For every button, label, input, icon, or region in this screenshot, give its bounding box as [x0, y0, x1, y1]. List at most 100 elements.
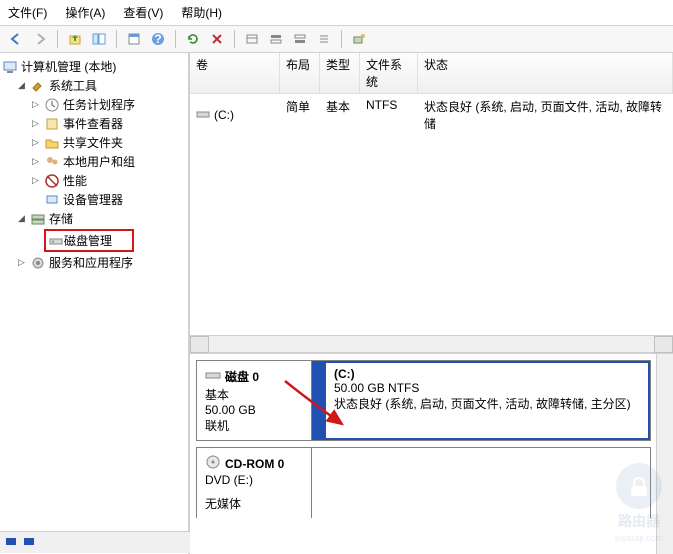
perf-icon	[44, 173, 60, 189]
col-volume[interactable]: 卷	[190, 53, 280, 93]
cell-fs: NTFS	[360, 96, 418, 134]
menu-bar: 文件(F) 操作(A) 查看(V) 帮助(H)	[0, 0, 673, 26]
footer-icon-2	[22, 534, 36, 551]
navigation-tree[interactable]: 计算机管理 (本地) ◢ 系统工具 ▷ 任务计划程序 ▷ 事件查看器 ▷ 共享文…	[0, 53, 190, 554]
view-bottom-button[interactable]	[290, 29, 310, 49]
toolbar: ?	[0, 26, 673, 53]
tree-label: 性能	[63, 172, 87, 189]
view-top-button[interactable]	[266, 29, 286, 49]
tree-label: 磁盘管理	[64, 232, 112, 249]
tree-local-users[interactable]: ▷ 本地用户和组	[2, 152, 186, 171]
menu-view[interactable]: 查看(V)	[123, 4, 163, 21]
cdrom-icon	[205, 454, 221, 473]
disk-kind: 基本	[205, 386, 303, 403]
cdrom-partition	[312, 448, 650, 518]
tree-label: 本地用户和组	[63, 153, 135, 170]
help-button[interactable]: ?	[148, 29, 168, 49]
expand-icon[interactable]: ▷	[30, 137, 41, 148]
tree-performance[interactable]: ▷ 性能	[2, 171, 186, 190]
disk-title: 磁盘 0	[225, 368, 259, 385]
view-list-button[interactable]	[314, 29, 334, 49]
partition-size: 50.00 GB NTFS	[334, 381, 640, 395]
tree-label: 系统工具	[49, 77, 97, 94]
expand-icon[interactable]: ▷	[30, 99, 41, 110]
collapse-icon[interactable]: ◢	[16, 80, 27, 91]
menu-help[interactable]: 帮助(H)	[181, 4, 222, 21]
disk-info: 磁盘 0 基本 50.00 GB 联机	[197, 361, 312, 440]
properties-button[interactable]	[124, 29, 144, 49]
tree-system-tools[interactable]: ◢ 系统工具	[2, 76, 186, 95]
disk-size: 50.00 GB	[205, 403, 303, 417]
disk-icon	[48, 233, 64, 249]
tree-storage[interactable]: ◢ 存储	[2, 209, 186, 228]
view-settings-button[interactable]	[242, 29, 262, 49]
cdrom-info: CD-ROM 0 DVD (E:) 无媒体	[197, 448, 312, 518]
volume-row[interactable]: (C:) 简单 基本 NTFS 状态良好 (系统, 启动, 页面文件, 活动, …	[190, 94, 673, 136]
volume-icon	[196, 107, 210, 124]
volume-list-header: 卷 布局 类型 文件系统 状态	[190, 53, 673, 94]
users-icon	[44, 154, 60, 170]
services-icon	[30, 255, 46, 271]
tree-disk-management[interactable]: ▷ 磁盘管理	[2, 228, 186, 253]
shared-folder-icon	[44, 135, 60, 151]
computer-mgmt-icon	[2, 59, 18, 75]
show-hide-tree-button[interactable]	[89, 29, 109, 49]
horizontal-scrollbar[interactable]	[190, 335, 673, 352]
content-pane: 卷 布局 类型 文件系统 状态 (C:) 简单 基本 NTFS 状态良好 (系统…	[190, 53, 673, 554]
refresh-button[interactable]	[183, 29, 203, 49]
cell-type: 基本	[320, 96, 360, 134]
disk-state: 联机	[205, 417, 303, 434]
menu-file[interactable]: 文件(F)	[8, 4, 47, 21]
tree-root[interactable]: 计算机管理 (本地)	[2, 57, 186, 76]
col-status[interactable]: 状态	[418, 53, 673, 93]
event-icon	[44, 116, 60, 132]
tree-label: 任务计划程序	[63, 96, 135, 113]
expand-icon[interactable]: ▷	[16, 257, 27, 268]
tree-event-viewer[interactable]: ▷ 事件查看器	[2, 114, 186, 133]
col-filesystem[interactable]: 文件系统	[360, 53, 418, 93]
disk-graphical-view[interactable]: 磁盘 0 基本 50.00 GB 联机 (C:) 50.00 GB NTFS 状…	[190, 354, 673, 554]
disk-row-cdrom[interactable]: CD-ROM 0 DVD (E:) 无媒体	[196, 447, 651, 518]
tree-task-scheduler[interactable]: ▷ 任务计划程序	[2, 95, 186, 114]
partition-status: 状态良好 (系统, 启动, 页面文件, 活动, 故障转储, 主分区)	[334, 395, 640, 412]
partition-c[interactable]: (C:) 50.00 GB NTFS 状态良好 (系统, 启动, 页面文件, 活…	[312, 361, 650, 440]
tree-device-manager[interactable]: ▷ 设备管理器	[2, 190, 186, 209]
cell-layout: 简单	[280, 96, 320, 134]
expand-icon[interactable]: ▷	[30, 156, 41, 167]
svg-text:?: ?	[154, 32, 161, 46]
clock-icon	[44, 97, 60, 113]
menu-action[interactable]: 操作(A)	[65, 4, 105, 21]
collapse-icon[interactable]: ◢	[16, 213, 27, 224]
tree-services[interactable]: ▷ 服务和应用程序	[2, 253, 186, 272]
cdrom-state: 无媒体	[205, 495, 303, 512]
tree-shared-folders[interactable]: ▷ 共享文件夹	[2, 133, 186, 152]
partition-title: (C:)	[334, 367, 640, 381]
cdrom-kind: DVD (E:)	[205, 473, 303, 487]
col-layout[interactable]: 布局	[280, 53, 320, 93]
remove-button[interactable]	[207, 29, 227, 49]
volume-name: (C:)	[214, 108, 234, 122]
storage-icon	[30, 211, 46, 227]
back-button[interactable]	[6, 29, 26, 49]
tree-label: 事件查看器	[63, 115, 123, 132]
action-button[interactable]	[349, 29, 369, 49]
tree-footer	[0, 531, 190, 553]
expand-icon[interactable]: ▷	[30, 118, 41, 129]
cell-status: 状态良好 (系统, 启动, 页面文件, 活动, 故障转储	[418, 96, 673, 134]
forward-button[interactable]	[30, 29, 50, 49]
volume-list[interactable]: 卷 布局 类型 文件系统 状态 (C:) 简单 基本 NTFS 状态良好 (系统…	[190, 53, 673, 354]
col-type[interactable]: 类型	[320, 53, 360, 93]
tree-label: 存储	[49, 210, 73, 227]
footer-icon-1	[4, 534, 18, 551]
disk-row-0[interactable]: 磁盘 0 基本 50.00 GB 联机 (C:) 50.00 GB NTFS 状…	[196, 360, 651, 441]
disk-icon	[205, 367, 221, 386]
cdrom-title: CD-ROM 0	[225, 457, 284, 471]
up-button[interactable]	[65, 29, 85, 49]
tree-label: 共享文件夹	[63, 134, 123, 151]
vertical-scrollbar[interactable]	[656, 354, 673, 554]
highlight-annotation: 磁盘管理	[44, 229, 134, 252]
device-icon	[44, 192, 60, 208]
tree-root-label: 计算机管理 (本地)	[21, 58, 116, 75]
tools-icon	[30, 78, 46, 94]
expand-icon[interactable]: ▷	[30, 175, 41, 186]
